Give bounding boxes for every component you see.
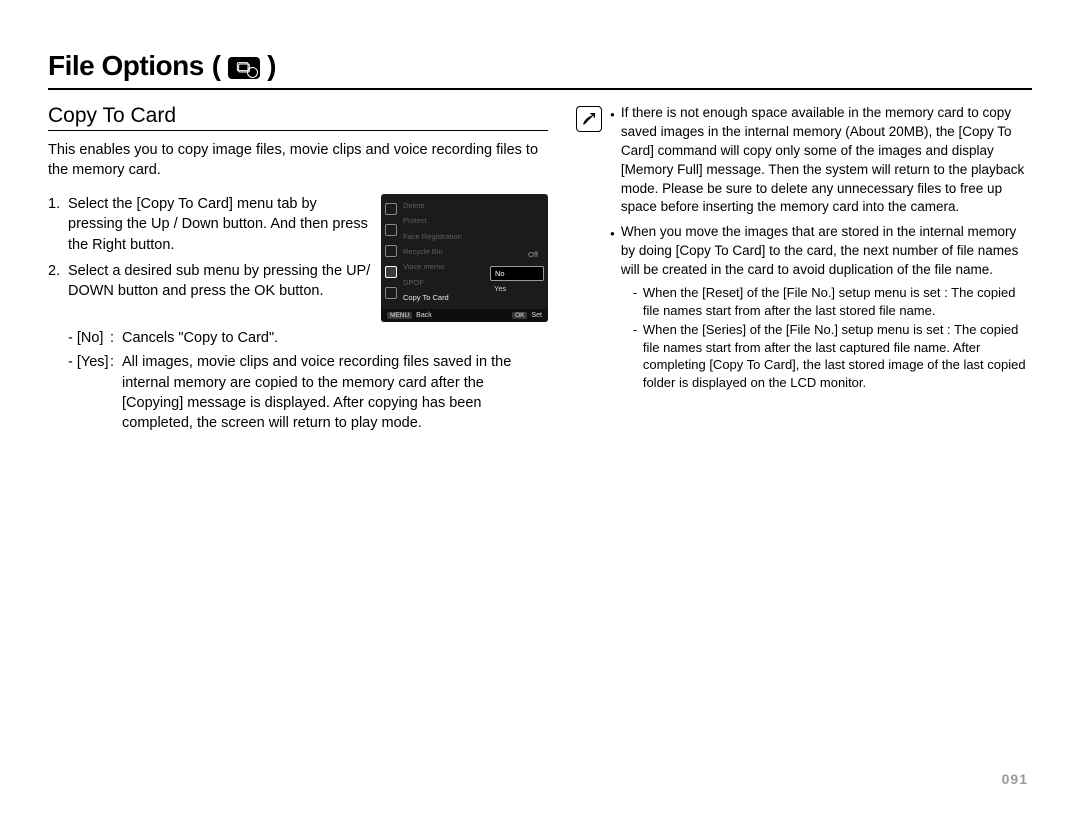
lcd-tab-icon — [385, 203, 397, 215]
note-sublist: When the [Reset] of the [File No.] setup… — [621, 284, 1032, 391]
step-1-text: Select the [Copy To Card] menu tab by pr… — [68, 194, 371, 255]
lcd-ok-btn-icon: OK — [512, 312, 527, 319]
lcd-menu-item: Recycle Bin — [403, 248, 484, 256]
note-item: If there is not enough space available i… — [610, 104, 1032, 217]
lcd-menu-item: Voice memo — [403, 263, 484, 271]
lcd-menu-item: Delete — [403, 202, 484, 210]
option-no: - [No] : Cancels "Copy to Card". — [48, 328, 548, 348]
page-title: File Options ( ) — [48, 50, 1032, 82]
lcd-footer: MENU Back OK Set — [381, 309, 548, 322]
lcd-tab-icon — [385, 224, 397, 236]
step-1: 1.Select the [Copy To Card] menu tab by … — [48, 194, 371, 255]
lcd-menu-item-active: Copy To Card — [403, 294, 484, 302]
lcd-menu-item: DPOF — [403, 279, 484, 287]
lcd-tab-icon — [385, 266, 397, 278]
note-item: When you move the images that are stored… — [610, 223, 1032, 393]
lcd-set-label: Set — [531, 312, 542, 319]
title-rule — [48, 88, 1032, 90]
option-list: - [No] : Cancels "Copy to Card". - [Yes]… — [48, 328, 548, 433]
step-2-text: Select a desired sub menu by pressing th… — [68, 261, 371, 302]
note-subtext: When the [Series] of the [File No.] setu… — [643, 321, 1032, 391]
file-options-icon — [228, 57, 260, 79]
section-heading: Copy To Card — [48, 104, 548, 128]
note-body: If there is not enough space available i… — [610, 104, 1032, 438]
option-tag: - [Yes] — [48, 352, 110, 433]
intro-text: This enables you to copy image files, mo… — [48, 141, 548, 180]
step-list: 1.Select the [Copy To Card] menu tab by … — [48, 194, 371, 301]
option-desc: All images, movie clips and voice record… — [122, 352, 548, 433]
note-text: If there is not enough space available i… — [621, 104, 1032, 217]
option-tag: - [No] — [48, 328, 110, 348]
note-subtext: When the [Reset] of the [File No.] setup… — [643, 284, 1032, 319]
note-subitem: When the [Series] of the [File No.] setu… — [633, 321, 1032, 391]
lcd-submenu: No Yes — [490, 266, 544, 296]
lcd-menu-item: Face Registration — [403, 233, 484, 241]
page-number: 091 — [1002, 771, 1028, 787]
step-2: 2.Select a desired sub menu by pressing … — [48, 261, 371, 302]
lcd-tab-icon — [385, 245, 397, 257]
camera-lcd-screenshot: Delete Protect Face Registration Recycle… — [381, 194, 548, 322]
lcd-back-label: Back — [416, 312, 432, 319]
page-title-paren: ( ) — [212, 50, 276, 82]
note-subitem: When the [Reset] of the [File No.] setup… — [633, 284, 1032, 319]
lcd-submenu-option: Yes — [490, 282, 544, 295]
page-title-text: File Options — [48, 50, 204, 82]
note-text: When you move the images that are stored… — [621, 224, 1018, 277]
lcd-tab-icons — [381, 194, 401, 308]
lcd-menu-list: Delete Protect Face Registration Recycle… — [403, 198, 484, 306]
option-desc: Cancels "Copy to Card". — [122, 328, 548, 348]
note-icon — [576, 106, 602, 132]
lcd-menu-btn-icon: MENU — [387, 312, 412, 319]
lcd-tab-icon — [385, 287, 397, 299]
lcd-menu-item: Protect — [403, 217, 484, 225]
lcd-menu-value: Off — [528, 250, 538, 259]
option-yes: - [Yes] : All images, movie clips and vo… — [48, 352, 548, 433]
lcd-submenu-option-selected: No — [490, 266, 544, 281]
section-rule — [48, 130, 548, 131]
